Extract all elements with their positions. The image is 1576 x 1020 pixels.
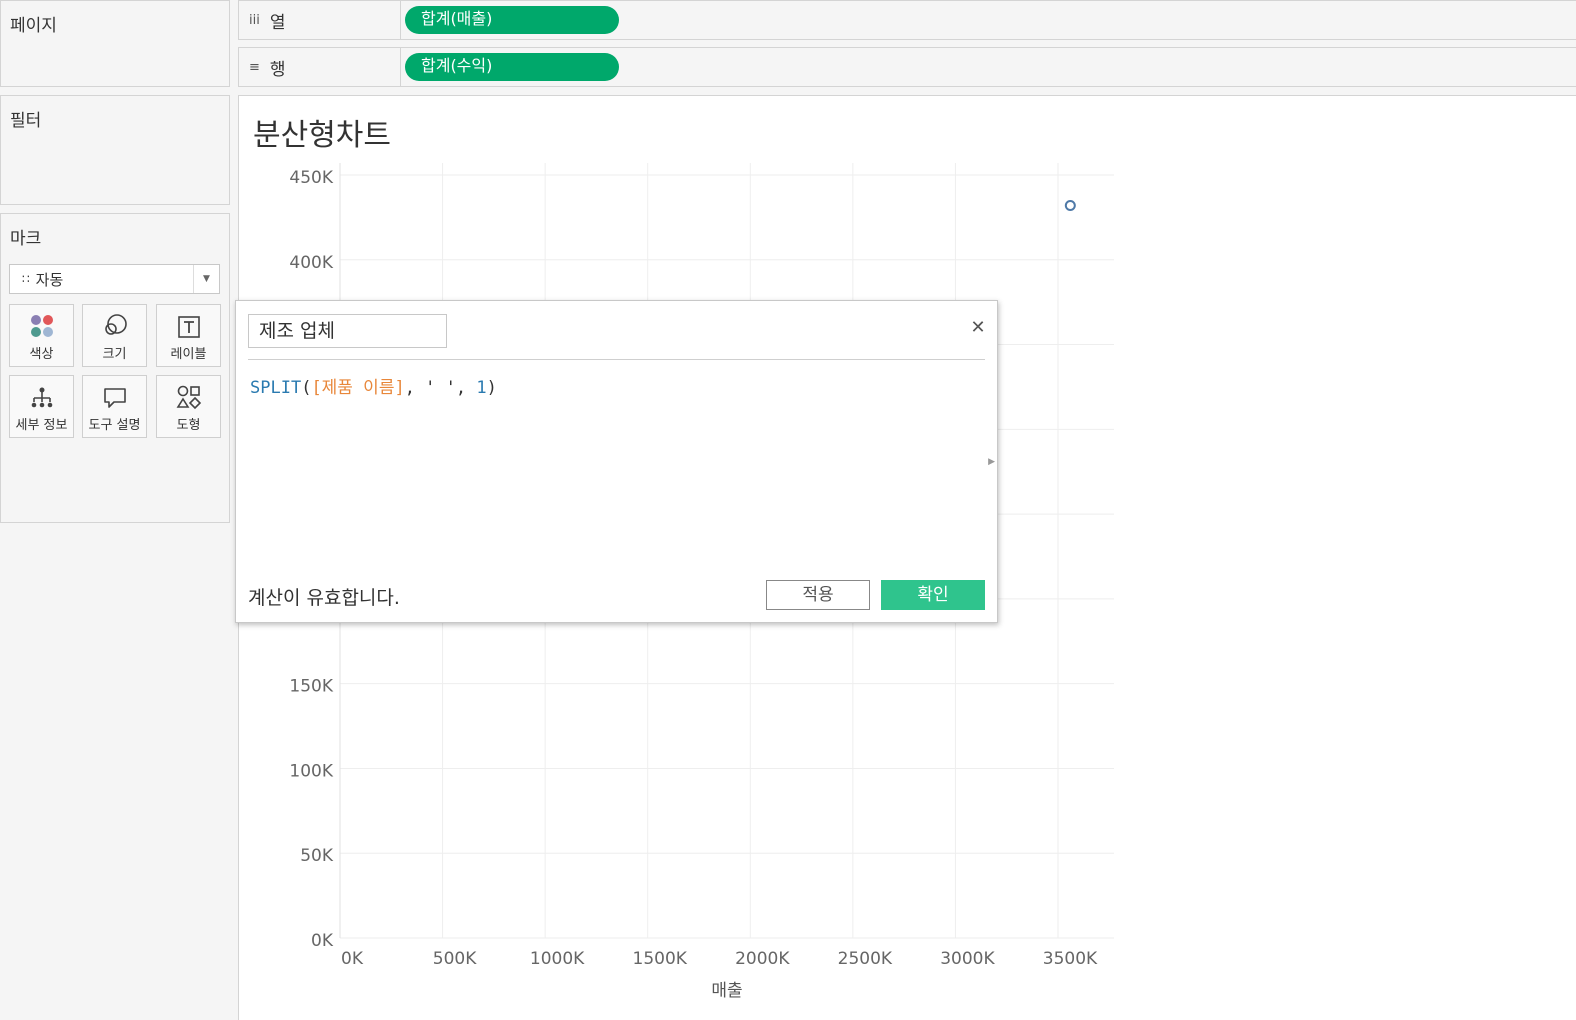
rows-shelf[interactable]: ≡ 행 합계(수익) bbox=[238, 47, 1576, 87]
pages-title: 페이지 bbox=[10, 16, 57, 36]
color-button[interactable]: 색상 bbox=[9, 304, 74, 367]
calculation-dialog: 제조 업체 ✕ SPLIT([제품 이름], ' ', 1) ▶ 계산이 유효합… bbox=[235, 300, 998, 623]
rows-label: 행 bbox=[269, 59, 286, 80]
close-icon[interactable]: ✕ bbox=[969, 319, 987, 337]
dialog-divider bbox=[248, 359, 985, 360]
sum-sales-pill[interactable]: 합계(매출) bbox=[405, 6, 619, 34]
automatic-mark-icon: ∷ bbox=[22, 272, 30, 286]
rows-shelf-label: ≡ 행 bbox=[239, 48, 401, 86]
ok-button[interactable]: 확인 bbox=[881, 580, 985, 610]
columns-shelf[interactable]: iii 열 합계(매출) bbox=[238, 0, 1576, 40]
mark-type-value: 자동 bbox=[35, 270, 64, 289]
color-label: 색상 bbox=[29, 347, 54, 362]
mark-type-dropdown[interactable]: ∷ 자동 ▼ bbox=[9, 264, 220, 294]
tooltip-label: 도구 설명 bbox=[88, 418, 141, 433]
calculation-name-input[interactable]: 제조 업체 bbox=[248, 314, 447, 348]
shape-label: 도형 bbox=[176, 418, 201, 433]
size-button[interactable]: 크기 bbox=[82, 304, 147, 367]
label-icon bbox=[177, 316, 200, 338]
formula-open-paren: ( bbox=[301, 378, 312, 398]
pages-panel: 페이지 bbox=[0, 0, 230, 87]
marks-title: 마크 bbox=[10, 229, 42, 249]
size-icon bbox=[104, 314, 127, 335]
columns-label: 열 bbox=[269, 12, 286, 33]
filters-panel[interactable]: 필터 bbox=[0, 95, 230, 205]
formula-field: [제품 이름] bbox=[311, 378, 405, 398]
detail-label: 세부 정보 bbox=[15, 418, 68, 433]
columns-shelf-label: iii 열 bbox=[239, 1, 401, 39]
color-icon bbox=[30, 315, 53, 337]
label-button[interactable]: 레이블 bbox=[156, 304, 221, 367]
detail-icon bbox=[31, 387, 52, 408]
columns-icon: iii bbox=[249, 12, 260, 28]
formula-args: , ' ', bbox=[404, 378, 477, 398]
tooltip-button[interactable]: 도구 설명 bbox=[82, 375, 147, 438]
expand-arrow-icon[interactable]: ▶ bbox=[988, 457, 995, 467]
chart-title: 분산형차트 bbox=[253, 118, 391, 153]
detail-button[interactable]: 세부 정보 bbox=[9, 375, 74, 438]
formula-function: SPLIT bbox=[250, 378, 302, 398]
size-label: 크기 bbox=[102, 347, 127, 362]
filters-title: 필터 bbox=[10, 111, 42, 131]
label-label: 레이블 bbox=[170, 347, 207, 362]
sum-profit-pill[interactable]: 합계(수익) bbox=[405, 53, 619, 81]
formula-editor[interactable]: SPLIT([제품 이름], ' ', 1) bbox=[250, 373, 497, 398]
chevron-down-icon[interactable]: ▼ bbox=[193, 265, 219, 293]
formula-close-paren: ) bbox=[486, 378, 497, 398]
validation-status: 계산이 유효합니다. bbox=[248, 587, 400, 609]
rows-icon: ≡ bbox=[249, 59, 260, 75]
shape-button[interactable]: 도형 bbox=[156, 375, 221, 438]
formula-number: 1 bbox=[476, 378, 487, 398]
apply-button[interactable]: 적용 bbox=[766, 580, 870, 610]
shape-icon bbox=[176, 385, 201, 410]
tooltip-icon bbox=[103, 388, 126, 408]
marks-panel: 마크 bbox=[0, 213, 230, 523]
